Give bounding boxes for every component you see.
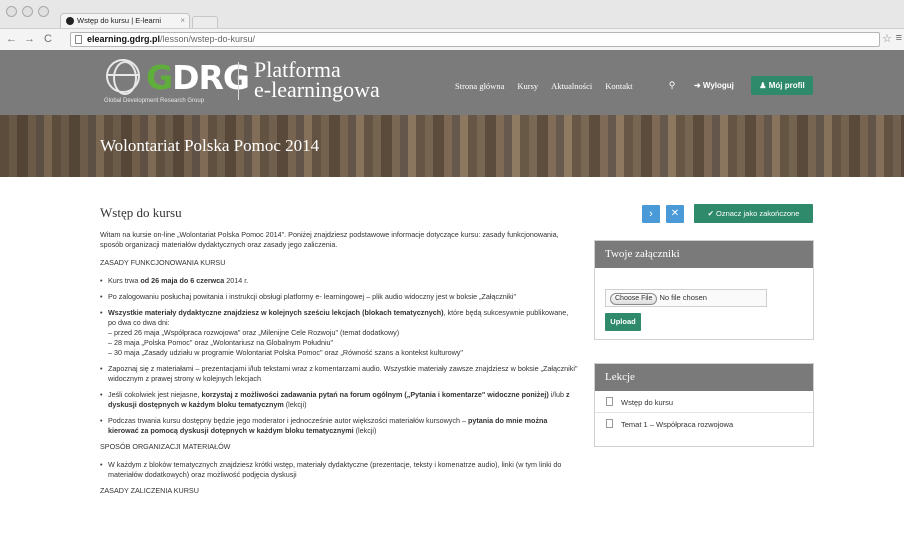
section-heading: SPOSÓB ORGANIZACJI MATERIAŁÓW: [100, 442, 231, 451]
nav-contact[interactable]: Kontakt: [605, 81, 632, 91]
list-item: Kurs trwa od 26 maja do 6 czerwca 2014 r…: [100, 276, 578, 286]
header-divider: [238, 62, 239, 100]
url-host: elearning.gdrg.pl: [87, 34, 161, 44]
lesson-item[interactable]: Temat 1 – Współpraca rozwojowa: [595, 413, 813, 435]
new-tab-button[interactable]: [192, 16, 218, 28]
close-lesson-button[interactable]: ✕: [666, 205, 684, 223]
browser-toolbar: ← → C elearning.gdrg.pl/lesson/wstep-do-…: [0, 28, 904, 50]
choose-file-button[interactable]: Choose File: [610, 293, 658, 305]
nav-home[interactable]: Strona główna: [455, 81, 504, 91]
intro-paragraph: Witam na kursie on-line „Wolontariat Pol…: [100, 230, 559, 249]
logout-button[interactable]: ➜ Wyloguj: [688, 77, 740, 94]
list-item: Wszystkie materiały dydaktyczne znajdzie…: [100, 308, 578, 358]
rules-list: Kurs trwa od 26 maja do 6 czerwca 2014 r…: [100, 276, 578, 436]
browser-tab[interactable]: Wstęp do kursu | E-learni ×: [60, 13, 190, 28]
list-item: Zapoznaj się z materiałami – prezentacja…: [100, 364, 578, 384]
list-item: Jeśli cokolwiek jest niejasne, korzystaj…: [100, 390, 578, 410]
favicon-icon: [66, 17, 74, 25]
attachments-panel: Twoje załączniki Choose File No file cho…: [594, 240, 814, 340]
file-status: No file chosen: [659, 293, 707, 302]
nav-courses[interactable]: Kursy: [517, 81, 538, 91]
tab-close-icon[interactable]: ×: [180, 16, 185, 25]
file-input[interactable]: Choose File No file chosen: [605, 289, 767, 307]
section-heading: ZASADY ZALICZENIA KURSU: [100, 486, 199, 495]
url-path: /lesson/wstep-do-kursu/: [160, 34, 256, 44]
forward-icon[interactable]: →: [24, 33, 35, 45]
next-lesson-button[interactable]: ›: [642, 205, 660, 223]
maximize-window-icon[interactable]: [38, 6, 49, 17]
section-heading: ZASADY FUNKCJONOWANIA KURSU: [100, 258, 226, 267]
lessons-panel: Lekcje Wstęp do kursu Temat 1 – Współpra…: [594, 363, 814, 447]
document-icon: [606, 397, 613, 406]
mark-complete-button[interactable]: ✔ Oznacz jako zakończone: [694, 204, 813, 223]
lesson-title: Wstęp do kursu: [100, 205, 182, 220]
globe-logo-icon: [106, 59, 140, 95]
lessons-title: Lekcje: [595, 364, 813, 391]
search-icon[interactable]: ⚲: [663, 77, 681, 93]
nav-news[interactable]: Aktualności: [551, 81, 592, 91]
window-controls: [6, 6, 49, 17]
address-bar[interactable]: elearning.gdrg.pl/lesson/wstep-do-kursu/: [70, 32, 880, 47]
document-icon: [606, 419, 613, 428]
course-banner: Wolontariat Polska Pomoc 2014: [0, 115, 904, 177]
logo-subtitle: Global Development Research Group: [104, 98, 205, 104]
browser-menu-icon[interactable]: ≡: [896, 32, 902, 44]
minimize-window-icon[interactable]: [22, 6, 33, 17]
my-profile-button[interactable]: ♟ Mój profil: [751, 76, 813, 95]
reload-icon[interactable]: C: [44, 33, 52, 45]
tab-title: Wstęp do kursu | E-learni: [77, 16, 162, 25]
list-item: Po zalogowaniu posłuchaj powitania i ins…: [100, 292, 578, 302]
attachments-title: Twoje załączniki: [595, 241, 813, 268]
page-icon: [75, 35, 82, 44]
upload-button[interactable]: Upload: [605, 313, 641, 331]
browser-chrome: Wstęp do kursu | E-learni × ← → C elearn…: [0, 0, 904, 50]
site-header: GDRG Global Development Research Group P…: [0, 50, 904, 115]
close-window-icon[interactable]: [6, 6, 17, 17]
back-icon[interactable]: ←: [6, 33, 17, 45]
list-item: Podczas trwania kursu dostępny będzie je…: [100, 416, 578, 436]
list-item: W każdym z bloków tematycznych znajdzies…: [100, 460, 578, 480]
lesson-item[interactable]: Wstęp do kursu: [595, 391, 813, 413]
platform-title: Platforma e-learningowa: [254, 57, 380, 102]
materials-list: W każdym z bloków tematycznych znajdzies…: [100, 460, 578, 480]
lesson-content: Witam na kursie on-line „Wolontariat Pol…: [100, 230, 578, 504]
course-title: Wolontariat Polska Pomoc 2014: [100, 136, 320, 155]
main-nav: Strona główna Kursy Aktualności Kontakt: [455, 81, 633, 91]
bookmark-star-icon[interactable]: ☆: [882, 32, 892, 45]
gdrg-logo[interactable]: GDRG: [146, 58, 250, 97]
